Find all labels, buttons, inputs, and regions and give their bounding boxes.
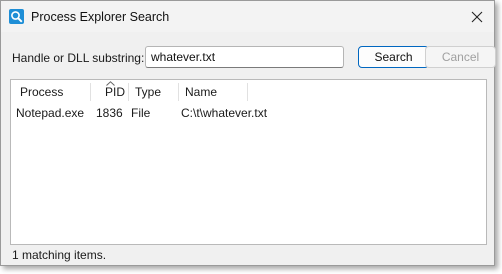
column-header-name[interactable]: Name: [185, 80, 217, 104]
search-dialog: Process Explorer Search Handle or DLL su…: [0, 0, 496, 266]
cancel-button[interactable]: Cancel: [425, 46, 496, 68]
column-divider[interactable]: [178, 83, 179, 101]
column-divider[interactable]: [128, 83, 129, 101]
title-bar[interactable]: Process Explorer Search: [1, 1, 494, 32]
substring-label: Handle or DLL substring:: [12, 51, 145, 65]
results-list[interactable]: Process PID Type Name Notepad.exe 1836 F…: [10, 79, 487, 245]
search-button[interactable]: Search: [358, 46, 429, 68]
window-title: Process Explorer Search: [31, 10, 170, 24]
list-header: Process PID Type Name: [11, 80, 486, 104]
cell-process: Notepad.exe: [16, 106, 85, 120]
magnifier-search-icon: [9, 9, 24, 24]
column-divider[interactable]: [90, 83, 91, 101]
substring-input[interactable]: [145, 46, 344, 68]
status-text: 1 matching items.: [12, 248, 107, 262]
cell-pid: 1836: [96, 106, 123, 120]
column-divider[interactable]: [247, 83, 248, 101]
column-header-type[interactable]: Type: [135, 80, 161, 104]
cell-name: C:\t\whatever.txt: [181, 106, 268, 120]
close-icon[interactable]: [468, 8, 486, 26]
column-header-process[interactable]: Process: [20, 80, 63, 104]
result-row[interactable]: Notepad.exe 1836 File C:\t\whatever.txt: [11, 104, 486, 122]
column-header-pid[interactable]: PID: [105, 80, 125, 104]
cell-type: File: [131, 106, 151, 120]
